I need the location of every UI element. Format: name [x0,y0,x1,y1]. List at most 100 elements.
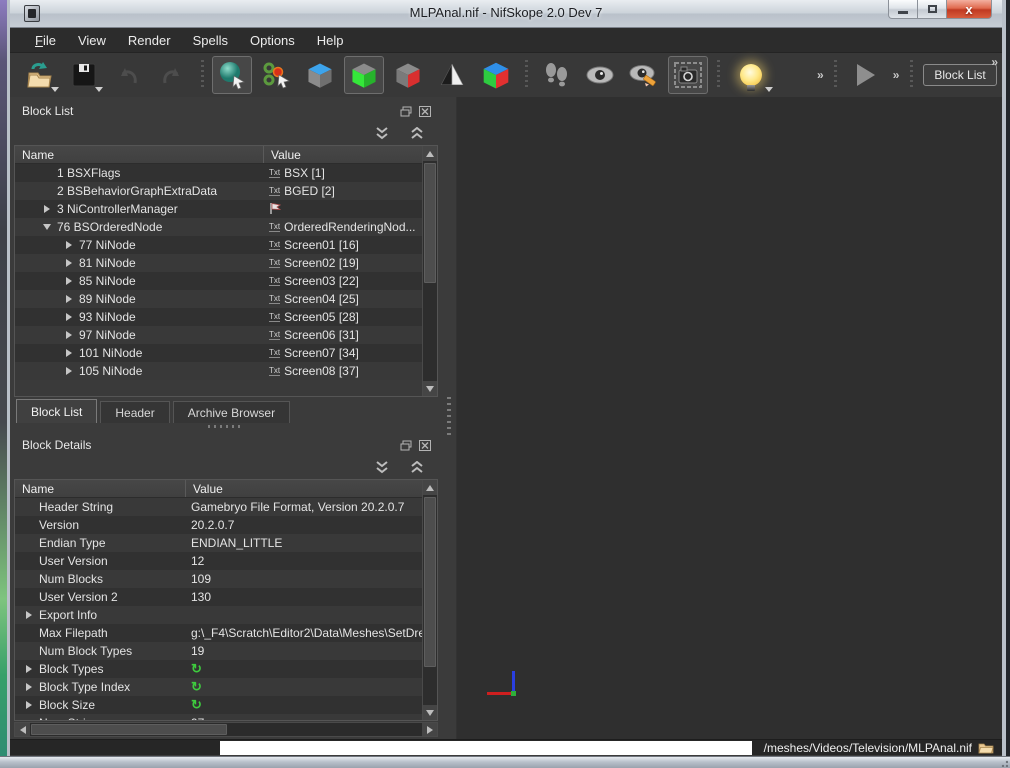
block-details-horizontal-scrollbar[interactable] [14,722,438,737]
expander-icon[interactable] [23,699,35,711]
eye-pencil-button[interactable] [624,56,664,94]
render-viewport[interactable] [456,97,1002,739]
resize-grip[interactable] [1000,759,1008,767]
expander-icon[interactable] [63,239,75,251]
minimize-button[interactable] [888,0,918,19]
wedge-button[interactable] [432,56,472,94]
block-list-row[interactable]: 105 NiNodeTxtScreen08 [37] [15,362,422,380]
save-dropdown-arrow[interactable] [95,87,103,92]
detail-row[interactable]: Version20.2.0.7 [15,516,422,534]
status-filename-input[interactable] [220,741,752,755]
expander-icon[interactable] [63,365,75,377]
expander-icon[interactable] [63,347,75,359]
expander-icon[interactable] [63,293,75,305]
restore-button[interactable] [918,0,946,19]
open-dropdown-arrow[interactable] [51,87,59,92]
menu-item-render[interactable]: Render [117,30,182,51]
column-header-name[interactable]: Name [15,146,263,163]
scrollbar-thumb[interactable] [424,163,436,283]
block-list-row[interactable]: 2 BSBehaviorGraphExtraDataTxtBGED [2] [15,182,422,200]
toolbar-overflow-chevron[interactable]: » [888,68,904,82]
detail-row[interactable]: User Version 2130 [15,588,422,606]
scroll-up-button[interactable] [423,146,437,161]
save-file-button[interactable] [64,56,104,94]
close-panel-button[interactable] [418,105,432,118]
green-front-cube-button[interactable] [344,56,384,94]
tab-header[interactable]: Header [100,401,169,423]
tab-archive-browser[interactable]: Archive Browser [173,401,290,423]
vertical-splitter[interactable] [442,97,456,739]
tab-block-list[interactable]: Block List [16,399,97,423]
detail-row[interactable]: Header StringGamebryo File Format, Versi… [15,498,422,516]
scroll-down-button[interactable] [423,705,437,720]
lighting-dropdown-arrow[interactable] [765,87,773,92]
detail-row[interactable]: Num Block Types19 [15,642,422,660]
toolbar-overflow-chevron[interactable]: » [986,55,1002,69]
block-list-row[interactable]: 85 NiNodeTxtScreen03 [22] [15,272,422,290]
collapse-all-button[interactable] [410,127,424,140]
toolbar-handle[interactable] [832,60,840,90]
eye-button[interactable] [580,56,620,94]
toolbar-separator[interactable] [714,60,722,90]
column-header-value[interactable]: Value [185,480,437,497]
close-button[interactable]: x [946,0,992,19]
expander-icon[interactable] [23,609,35,621]
expander-icon[interactable] [63,329,75,341]
block-list-row[interactable]: 76 BSOrderedNodeTxtOrderedRenderingNod..… [15,218,422,236]
toolbar-overflow-chevron[interactable]: » [812,68,828,82]
detail-row[interactable]: Num Strings97 [15,714,422,721]
title-bar[interactable]: MLPAnal.nif - NifSkope 2.0 Dev 7 x [10,0,1002,28]
scroll-up-button[interactable] [423,480,437,495]
menu-item-file[interactable]: File [24,30,67,51]
blue-top-cube-button[interactable] [300,56,340,94]
expander-icon[interactable] [41,221,53,233]
detail-row[interactable]: Block Type Index↻ [15,678,422,696]
vertex-select-button[interactable] [256,56,296,94]
open-file-button[interactable] [20,56,60,94]
block-details-vertical-scrollbar[interactable] [422,480,437,720]
rgb-cube-button[interactable] [476,56,516,94]
menu-item-help[interactable]: Help [306,30,355,51]
expander-icon[interactable] [41,203,53,215]
block-details-table-header[interactable]: Name Value [15,480,437,498]
detail-row[interactable]: Endian TypeENDIAN_LITTLE [15,534,422,552]
detail-row[interactable]: Block Types↻ [15,660,422,678]
float-panel-button[interactable] [399,439,413,452]
column-header-name[interactable]: Name [15,480,185,497]
toolbar-handle[interactable] [907,60,915,90]
scrollbar-thumb[interactable] [31,724,227,735]
block-list-row[interactable]: 77 NiNodeTxtScreen01 [16] [15,236,422,254]
folder-icon[interactable] [978,741,994,754]
sphere-select-button[interactable] [212,56,252,94]
float-panel-button[interactable] [399,105,413,118]
scroll-right-button[interactable] [422,723,437,736]
red-side-cube-button[interactable] [388,56,428,94]
detail-row[interactable]: Export Info [15,606,422,624]
block-list-row[interactable]: 101 NiNodeTxtScreen07 [34] [15,344,422,362]
toolbar-separator[interactable] [522,60,530,90]
expand-all-button[interactable] [375,127,389,140]
block-list-table-header[interactable]: Name Value [15,146,437,164]
detail-row[interactable]: Block Size↻ [15,696,422,714]
expander-icon[interactable] [23,681,35,693]
close-panel-button[interactable] [418,439,432,452]
block-list-row[interactable]: 3 NiControllerManager [15,200,422,218]
block-list-vertical-scrollbar[interactable] [422,146,437,396]
block-list-row[interactable]: 89 NiNodeTxtScreen04 [25] [15,290,422,308]
scrollbar-thumb[interactable] [424,497,436,667]
expander-icon[interactable] [63,311,75,323]
block-list-row[interactable]: 97 NiNodeTxtScreen06 [31] [15,326,422,344]
expander-icon[interactable] [63,275,75,287]
menu-item-view[interactable]: View [67,30,117,51]
camera-button[interactable] [668,56,708,94]
toolbar-separator[interactable] [198,60,206,90]
detail-row[interactable]: Max Filepathg:\_F4\Scratch\Editor2\Data\… [15,624,422,642]
detail-row[interactable]: Num Blocks109 [15,570,422,588]
horizontal-splitter[interactable] [14,423,438,430]
menu-item-options[interactable]: Options [239,30,306,51]
block-list-row[interactable]: 81 NiNodeTxtScreen02 [19] [15,254,422,272]
expander-icon[interactable] [63,257,75,269]
footsteps-button[interactable] [536,56,576,94]
block-list-row[interactable]: 93 NiNodeTxtScreen05 [28] [15,308,422,326]
expander-icon[interactable] [23,663,35,675]
